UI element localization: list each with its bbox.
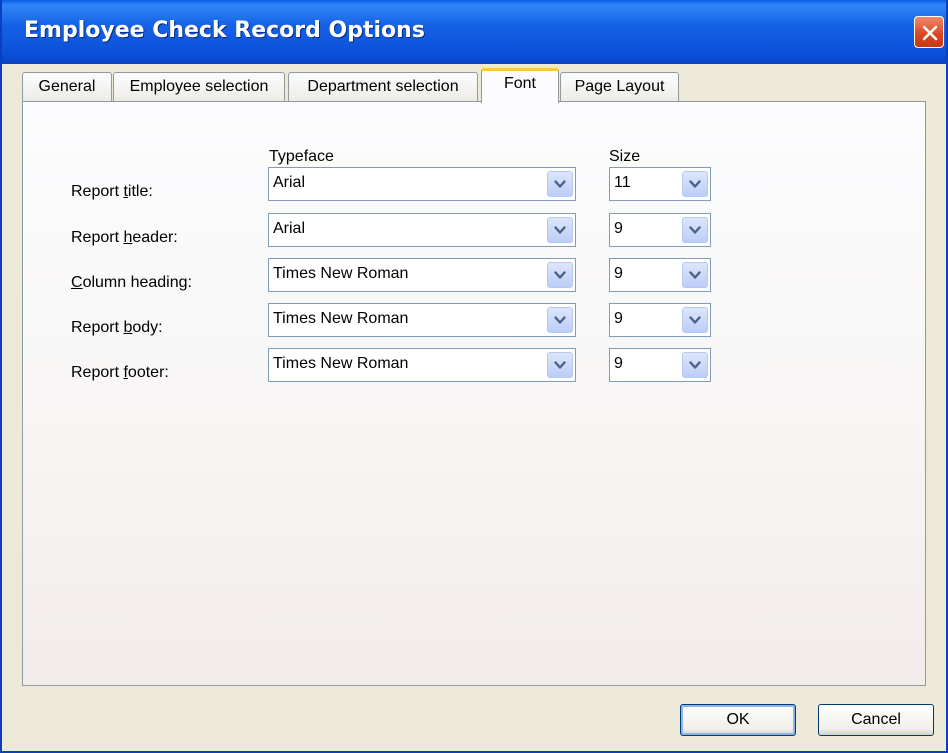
row-label: Report footer: <box>71 364 169 381</box>
row-label: Column heading: <box>71 274 192 291</box>
dropdown-button[interactable] <box>682 307 708 333</box>
chevron-down-icon <box>689 271 701 279</box>
dropdown-button[interactable] <box>682 262 708 288</box>
typeface-select-value: Times New Roman <box>273 310 409 327</box>
typeface-select-value: Arial <box>273 220 306 237</box>
cancel-button[interactable]: Cancel <box>818 704 934 736</box>
chevron-down-icon <box>554 316 566 324</box>
dropdown-button[interactable] <box>547 171 573 197</box>
tab-font[interactable]: Font <box>481 68 559 103</box>
size-column-header: Size <box>609 148 641 165</box>
font-tab-panel: Typeface Size Report title: Arial 11 Report… <box>22 101 926 686</box>
size-select-value: 11 <box>614 174 631 191</box>
close-icon <box>922 25 938 41</box>
window-title: Employee Check Record Options <box>24 18 425 43</box>
size-select-value: 9 <box>614 220 623 237</box>
typeface-select[interactable]: Times New Roman <box>268 348 576 382</box>
size-select-value: 9 <box>614 265 623 282</box>
size-select[interactable]: 9 <box>609 348 711 382</box>
tab-general[interactable]: General <box>22 72 112 102</box>
row-label: Report title: <box>71 183 153 200</box>
typeface-select[interactable]: Arial <box>268 213 576 247</box>
dropdown-button[interactable] <box>682 171 708 197</box>
size-select[interactable]: 11 <box>609 167 711 201</box>
tab-department-selection[interactable]: Department selection <box>288 72 478 102</box>
dropdown-button[interactable] <box>547 262 573 288</box>
chevron-down-icon <box>689 316 701 324</box>
size-select-value: 9 <box>614 310 623 327</box>
size-select[interactable]: 9 <box>609 213 711 247</box>
title-bar[interactable]: Employee Check Record Options <box>2 0 946 64</box>
typeface-select[interactable]: Arial <box>268 167 576 201</box>
dialog-window: Employee Check Record Options General Em… <box>0 0 948 753</box>
chevron-down-icon <box>689 361 701 369</box>
dropdown-button[interactable] <box>547 352 573 378</box>
size-select[interactable]: 9 <box>609 303 711 337</box>
tab-page-layout[interactable]: Page Layout <box>560 72 679 102</box>
dropdown-button[interactable] <box>682 217 708 243</box>
typeface-select-value: Times New Roman <box>273 355 409 372</box>
row-label: Report body: <box>71 319 163 336</box>
dropdown-button[interactable] <box>547 307 573 333</box>
typeface-select-value: Times New Roman <box>273 265 409 282</box>
chevron-down-icon <box>554 226 566 234</box>
chevron-down-icon <box>689 180 701 188</box>
dropdown-button[interactable] <box>682 352 708 378</box>
typeface-select-value: Arial <box>273 174 306 191</box>
chevron-down-icon <box>689 226 701 234</box>
row-label: Report header: <box>71 229 178 246</box>
close-button[interactable] <box>914 16 944 48</box>
typeface-column-header: Typeface <box>269 148 334 165</box>
ok-button[interactable]: OK <box>680 704 796 736</box>
chevron-down-icon <box>554 180 566 188</box>
dropdown-button[interactable] <box>547 217 573 243</box>
chevron-down-icon <box>554 361 566 369</box>
size-select[interactable]: 9 <box>609 258 711 292</box>
typeface-select[interactable]: Times New Roman <box>268 303 576 337</box>
typeface-select[interactable]: Times New Roman <box>268 258 576 292</box>
tab-employee-selection[interactable]: Employee selection <box>113 72 285 102</box>
chevron-down-icon <box>554 271 566 279</box>
size-select-value: 9 <box>614 355 623 372</box>
